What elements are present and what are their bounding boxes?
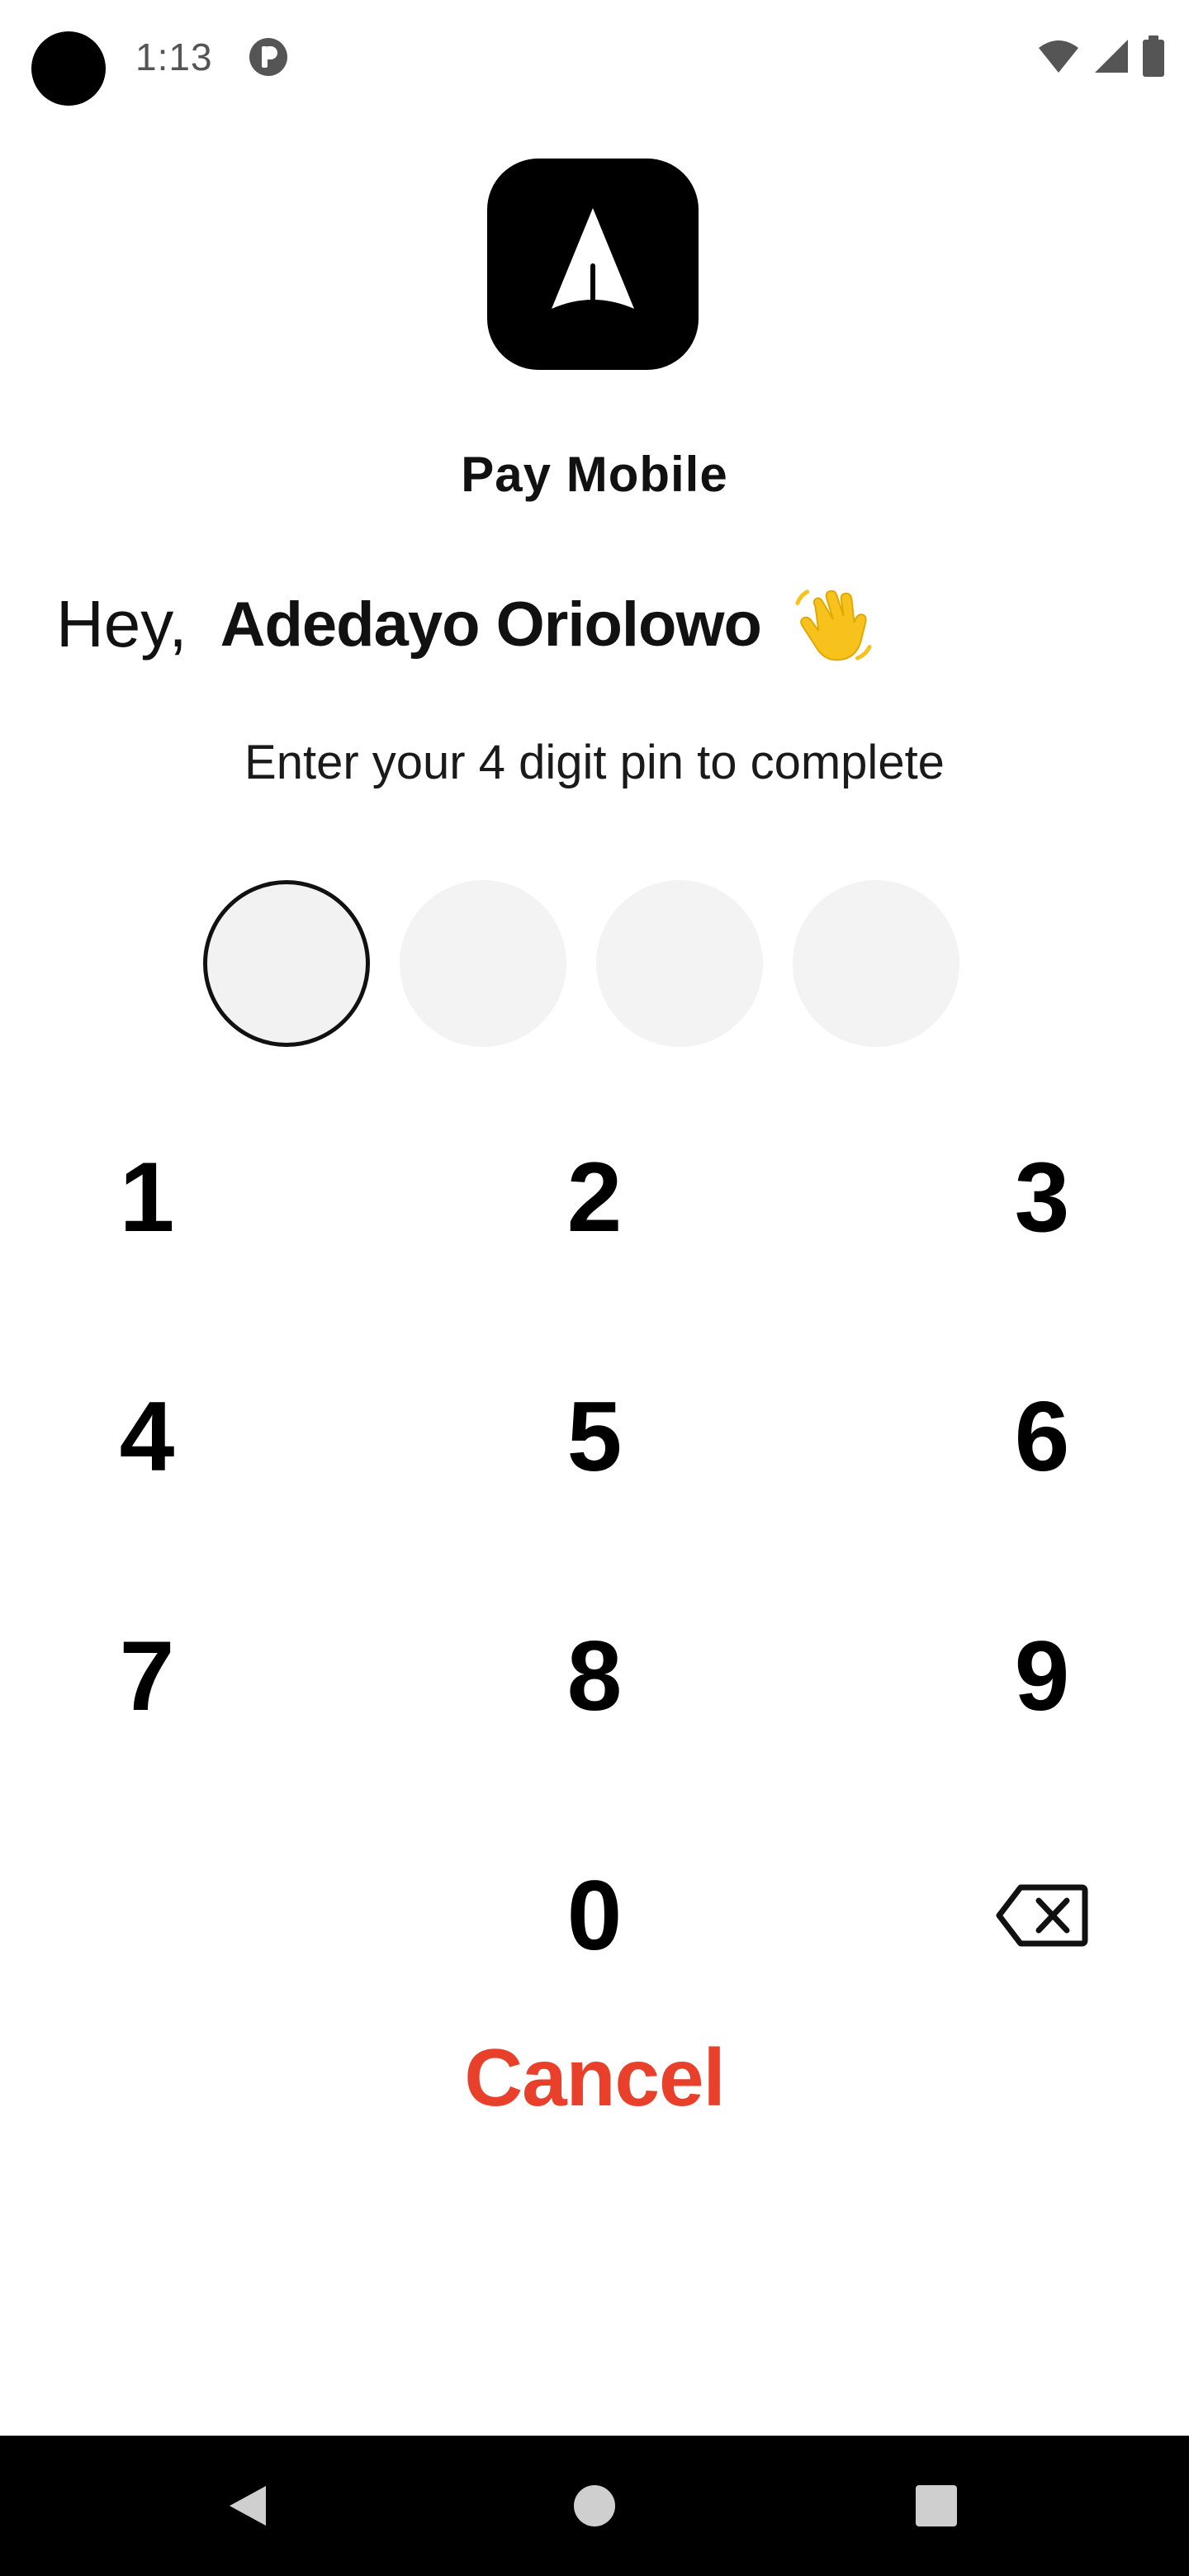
key-3[interactable]: 3 — [943, 1106, 1141, 1288]
key-1[interactable]: 1 — [48, 1106, 246, 1288]
cancel-button[interactable]: Cancel — [0, 2031, 1189, 2124]
greeting: Hey, Adedayo Oriolowo — [56, 583, 874, 665]
nav-home-button[interactable] — [528, 2436, 661, 2576]
key-7[interactable]: 7 — [48, 1585, 246, 1767]
status-time: 1:13 — [135, 36, 213, 78]
recents-icon — [916, 2485, 957, 2526]
nav-recents-button[interactable] — [870, 2436, 1002, 2576]
key-6[interactable]: 6 — [943, 1346, 1141, 1527]
key-8[interactable]: 8 — [495, 1585, 694, 1767]
nav-back-button[interactable] — [182, 2436, 314, 2576]
greeting-hey: Hey, — [56, 587, 187, 661]
pin-indicator — [203, 880, 959, 1047]
key-9[interactable]: 9 — [943, 1585, 1141, 1767]
key-5[interactable]: 5 — [495, 1346, 694, 1527]
app-notification-icon — [249, 38, 287, 76]
backspace-icon — [996, 1884, 1088, 1947]
back-icon — [230, 2486, 266, 2526]
system-nav-bar — [0, 2436, 1189, 2576]
camera-cutout — [31, 31, 106, 106]
pin-instruction: Enter your 4 digit pin to complete — [244, 736, 945, 789]
backspace-button[interactable] — [943, 1825, 1141, 2006]
battery-icon — [1143, 36, 1164, 77]
pin-entry-screen: 1:13 Pay Mobile Hey, Adedayo Oriolowo En… — [0, 0, 1189, 2576]
status-bar: 1:13 — [0, 0, 1189, 116]
pin-dot-2 — [400, 880, 566, 1047]
pin-dot-3 — [596, 880, 763, 1047]
pin-dot-1 — [203, 880, 370, 1047]
key-4[interactable]: 4 — [48, 1346, 246, 1527]
home-icon — [574, 2485, 615, 2526]
signal-icon — [1095, 40, 1128, 73]
arrow-up-logo-icon — [552, 208, 634, 311]
status-icons — [1037, 33, 1164, 79]
user-name: Adedayo Oriolowo — [220, 589, 762, 660]
pin-dot-4 — [793, 880, 959, 1047]
app-logo — [487, 159, 699, 370]
key-0[interactable]: 0 — [495, 1825, 694, 2006]
key-2[interactable]: 2 — [495, 1106, 694, 1288]
waving-hand-icon — [795, 590, 872, 661]
wifi-icon — [1039, 40, 1078, 73]
app-title: Pay Mobile — [461, 447, 728, 502]
